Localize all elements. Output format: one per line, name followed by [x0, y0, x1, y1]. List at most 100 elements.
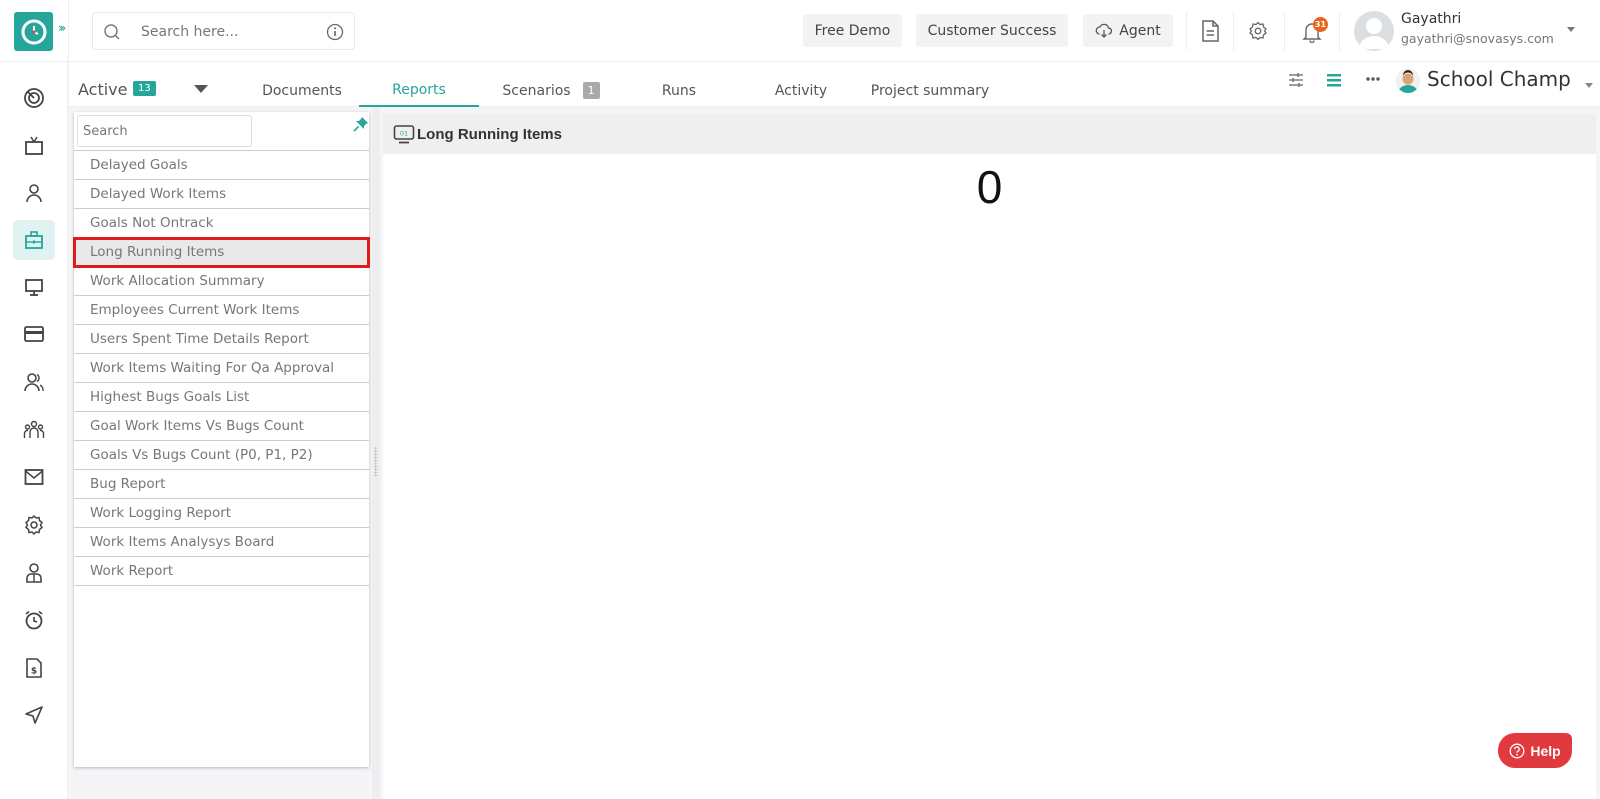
- monitor-counter-icon: 01: [393, 125, 415, 144]
- report-header: 01 Long Running Items: [383, 114, 1596, 154]
- report-list-item[interactable]: Highest Bugs Goals List: [74, 383, 369, 412]
- report-list-item[interactable]: Delayed Work Items: [74, 180, 369, 209]
- monitor-icon: [25, 279, 43, 296]
- project-avatar: [1396, 69, 1420, 93]
- divider: [1186, 12, 1187, 50]
- invoice-icon: $: [26, 658, 42, 678]
- divider: [1284, 12, 1285, 50]
- project-dropdown-caret-icon[interactable]: [1585, 83, 1593, 88]
- sidebar-item-live[interactable]: [13, 126, 55, 166]
- tab-runs[interactable]: Runs: [619, 74, 739, 107]
- more-options-icon[interactable]: [1366, 77, 1380, 81]
- mail-icon: [24, 469, 44, 485]
- free-demo-button[interactable]: Free Demo: [803, 14, 902, 47]
- tab-reports[interactable]: Reports: [359, 74, 479, 107]
- settings-gear-icon[interactable]: [1248, 21, 1268, 41]
- settings-icon: [25, 514, 43, 536]
- splitter-grip-handle[interactable]: [374, 447, 378, 477]
- top-header: ››› Free Demo Customer Success Agent: [0, 0, 1600, 62]
- user-avatar[interactable]: [1354, 11, 1394, 51]
- tab-activity[interactable]: Activity: [741, 74, 861, 107]
- report-list-item[interactable]: Goals Not Ontrack: [74, 209, 369, 238]
- project-person-icon: [1396, 69, 1420, 93]
- report-list-item[interactable]: Users Spent Time Details Report: [74, 325, 369, 354]
- sidebar-item-invoices[interactable]: $: [13, 648, 55, 688]
- tv-icon: [25, 136, 43, 155]
- agent-label: Agent: [1119, 22, 1161, 39]
- free-demo-label: Free Demo: [814, 22, 891, 39]
- report-list-item[interactable]: Work Report: [74, 557, 369, 586]
- filter-sliders-icon[interactable]: [1288, 72, 1304, 88]
- credit-card-icon: [24, 326, 44, 342]
- tab-label: Project summary: [870, 82, 990, 99]
- report-list-item[interactable]: Work Logging Report: [74, 499, 369, 528]
- svg-text:$: $: [31, 667, 37, 677]
- svg-text:01: 01: [400, 130, 408, 138]
- expand-sidebar-icon[interactable]: ›››: [58, 21, 67, 35]
- sidebar-item-send[interactable]: [13, 695, 55, 735]
- tab-label: Documents: [262, 82, 342, 99]
- dashboard-target-icon: [24, 88, 44, 108]
- customer-success-label: Customer Success: [927, 22, 1057, 39]
- sidebar-item-timesheet[interactable]: [13, 600, 55, 640]
- report-list-item[interactable]: Delayed Goals: [74, 151, 369, 180]
- alarm-clock-icon: [25, 610, 43, 630]
- users-icon: [24, 373, 44, 392]
- sidebar-item-profile[interactable]: [13, 173, 55, 213]
- sidebar-item-employees[interactable]: [13, 553, 55, 593]
- sidebar-item-team[interactable]: [13, 410, 55, 450]
- team-icon: [23, 420, 45, 438]
- user-menu-caret-icon[interactable]: [1567, 27, 1575, 32]
- question-circle-icon: [1509, 743, 1525, 758]
- sidebar-item-billing[interactable]: [13, 314, 55, 354]
- active-filter-label[interactable]: Active: [78, 80, 128, 99]
- employee-icon: [26, 563, 42, 583]
- divider: [68, 0, 69, 62]
- scenarios-count-badge: 1: [582, 82, 600, 99]
- report-list-item[interactable]: Work Allocation Summary: [74, 267, 369, 296]
- sidebar-item-messages[interactable]: [13, 457, 55, 497]
- clock-logo-icon: [21, 19, 46, 44]
- report-search-input[interactable]: [77, 115, 252, 147]
- tab-label: Runs: [661, 82, 697, 99]
- report-list-item[interactable]: Goal Work Items Vs Bugs Count: [74, 412, 369, 441]
- agent-button[interactable]: Agent: [1083, 14, 1173, 47]
- tab-label: Activity: [774, 82, 828, 99]
- report-list-item-selected[interactable]: Long Running Items: [73, 237, 370, 268]
- project-tabs-bar: Active 13 Documents Reports Scenarios 1 …: [69, 62, 1600, 107]
- active-filter-dropdown-icon[interactable]: [194, 85, 208, 93]
- report-list-item[interactable]: Goals Vs Bugs Count (P0, P1, P2): [74, 441, 369, 470]
- send-icon: [25, 706, 43, 724]
- tab-scenarios[interactable]: Scenarios 1: [489, 74, 613, 107]
- document-icon[interactable]: [1200, 20, 1220, 42]
- report-title: Long Running Items: [417, 125, 562, 143]
- sidebar-item-projects[interactable]: [13, 220, 55, 260]
- project-name[interactable]: School Champ: [1427, 67, 1571, 91]
- list-view-icon[interactable]: [1327, 73, 1341, 87]
- report-value: 0: [976, 161, 1003, 213]
- report-list-item[interactable]: Bug Report: [74, 470, 369, 499]
- report-list-panel: Delayed Goals Delayed Work Items Goals N…: [73, 112, 370, 767]
- briefcase-icon: [25, 231, 43, 249]
- notification-count-badge: 31: [1313, 17, 1328, 32]
- app-logo[interactable]: [14, 12, 53, 51]
- tab-project-summary[interactable]: Project summary: [863, 74, 997, 107]
- sidebar-item-activity-tracker[interactable]: [13, 267, 55, 307]
- cloud-download-icon: [1095, 23, 1113, 38]
- help-button[interactable]: Help: [1498, 733, 1572, 768]
- customer-success-button[interactable]: Customer Success: [916, 14, 1068, 47]
- left-sidebar: $: [0, 62, 68, 799]
- user-name[interactable]: Gayathri: [1401, 11, 1461, 27]
- pin-icon[interactable]: [353, 116, 369, 132]
- sidebar-item-hr[interactable]: [13, 362, 55, 402]
- sidebar-item-settings[interactable]: [13, 505, 55, 545]
- global-search-input[interactable]: [141, 21, 311, 43]
- tab-label: Reports: [392, 81, 446, 98]
- tab-label: Scenarios: [502, 82, 571, 99]
- report-list-item[interactable]: Work Items Analysys Board: [74, 528, 369, 557]
- sidebar-item-dashboard[interactable]: [13, 78, 55, 118]
- report-list-item[interactable]: Work Items Waiting For Qa Approval: [74, 354, 369, 383]
- info-icon[interactable]: [326, 23, 344, 41]
- tab-documents[interactable]: Documents: [241, 74, 363, 107]
- report-list-item[interactable]: Employees Current Work Items: [74, 296, 369, 325]
